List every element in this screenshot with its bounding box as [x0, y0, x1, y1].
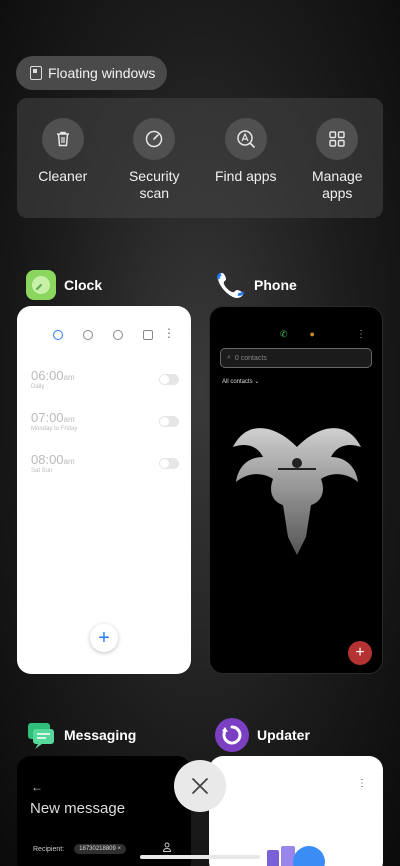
clock-app-header[interactable]: Clock [26, 270, 102, 300]
home-indicator[interactable] [140, 855, 260, 859]
add-alarm-button[interactable]: + [90, 624, 118, 652]
floating-window-icon [30, 66, 42, 80]
alarm-time: 08:00 [31, 452, 64, 467]
grid-icon [316, 118, 359, 160]
stopwatch-tab-icon[interactable] [113, 330, 123, 340]
phone-tab-icon[interactable]: ✆ [280, 329, 288, 340]
close-all-button[interactable] [174, 760, 226, 812]
timer-tab-icon[interactable] [143, 330, 153, 340]
trash-icon [41, 118, 84, 160]
updater-app-header[interactable]: Updater [215, 718, 310, 752]
security-scan-icon [133, 118, 176, 160]
updater-app-icon [215, 718, 249, 752]
contacts-search-placeholder: 0 contacts [234, 354, 267, 362]
alarm-tab-icon[interactable] [53, 330, 63, 340]
close-icon [192, 778, 208, 794]
alarm-days: Daily [31, 384, 45, 390]
updater-app-card[interactable]: ⋮ [209, 756, 383, 866]
recipient-row: Recipient: 18730218809 × [33, 844, 127, 854]
clock-app-card[interactable]: ⋮ 06:00am Daily 07:00am Monday to Friday… [17, 306, 191, 674]
recipient-chip[interactable]: 18730218809 × [74, 844, 127, 854]
contacts-search-input[interactable]: ⌕ 0 contacts [220, 348, 372, 368]
phone-app-name: Phone [254, 277, 297, 293]
messaging-app-header[interactable]: Messaging [26, 720, 136, 750]
security-scan-button[interactable]: Security scan [114, 118, 194, 218]
search-icon: ⌕ [227, 354, 231, 361]
alarm-toggle[interactable] [159, 458, 179, 469]
alarm-item[interactable]: 07:00am Monday to Friday [31, 410, 179, 440]
floating-windows-button[interactable]: Floating windows [16, 56, 167, 90]
updater-app-name: Updater [257, 727, 310, 743]
phone-app-card[interactable]: ✆ ● ⋮ ⌕ 0 contacts All contacts ⌄ + [209, 306, 383, 674]
alarm-suffix: am [63, 415, 75, 424]
find-apps-label: Find apps [215, 168, 277, 184]
cleaner-label: Cleaner [38, 168, 88, 184]
clock-tabs [53, 330, 153, 340]
find-apps-icon [224, 118, 267, 160]
alarm-time: 06:00 [31, 368, 64, 383]
alarm-item[interactable]: 08:00am Sat Sun [31, 452, 179, 482]
manage-apps-label: Manage apps [311, 168, 363, 201]
phone-app-icon [216, 270, 246, 300]
alarm-days: Monday to Friday [31, 426, 78, 432]
contact-person-icon[interactable] [163, 842, 171, 852]
recipient-label: Recipient: [33, 845, 65, 853]
alarm-item[interactable]: 06:00am Daily [31, 368, 179, 398]
alarm-toggle[interactable] [159, 416, 179, 427]
clock-more-icon[interactable]: ⋮ [163, 326, 175, 340]
find-apps-button[interactable]: Find apps [206, 118, 286, 218]
updater-logo-image [267, 846, 325, 866]
quick-actions-panel: Cleaner Security scan Find apps Manage a… [17, 98, 383, 218]
messaging-app-name: Messaging [64, 727, 137, 743]
contacts-filter-dropdown[interactable]: All contacts ⌄ [222, 378, 259, 385]
floating-windows-label: Floating windows [48, 65, 156, 81]
new-message-title: New message [30, 800, 126, 817]
alarm-days: Sat Sun [31, 468, 53, 474]
updater-more-icon[interactable]: ⋮ [357, 778, 367, 789]
alarm-time: 07:00 [31, 410, 64, 425]
world-clock-tab-icon[interactable] [83, 330, 93, 340]
manage-apps-button[interactable]: Manage apps [297, 118, 377, 218]
alarm-suffix: am [63, 373, 75, 382]
messaging-app-icon [26, 720, 56, 750]
phone-more-icon[interactable]: ⋮ [356, 329, 366, 340]
contacts-tab-icon[interactable]: ● [310, 329, 315, 340]
contacts-filter-label: All contacts [222, 379, 253, 385]
messaging-app-card[interactable]: ← New message Recipient: 18730218809 × [17, 756, 191, 866]
cleaner-button[interactable]: Cleaner [23, 118, 103, 218]
clock-app-name: Clock [64, 277, 103, 293]
phoenix-wallpaper-image [233, 428, 361, 555]
phone-app-header[interactable]: Phone [216, 270, 297, 300]
phone-tabs: ✆ ● [280, 329, 315, 340]
back-arrow-icon[interactable]: ← [31, 780, 43, 794]
alarm-toggle[interactable] [159, 374, 179, 385]
clock-app-icon [26, 270, 56, 300]
add-contact-button[interactable]: + [348, 641, 372, 665]
alarm-suffix: am [63, 457, 75, 466]
security-scan-label: Security scan [128, 168, 180, 201]
